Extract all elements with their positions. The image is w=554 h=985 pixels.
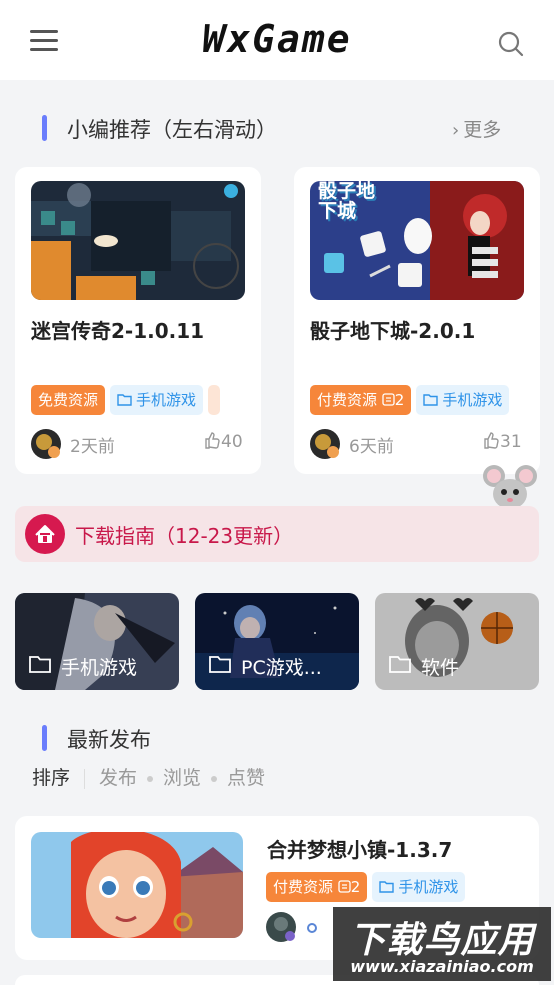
game-title[interactable]: 迷宫传奇2-1.0.11: [31, 315, 204, 344]
separator-dot: [211, 775, 218, 782]
game-card[interactable]: 骰子地下城 骰子地下城-2.0.1 付费资源 2 手机游戏 6天前 31: [294, 167, 540, 474]
latest-title: 最新发布: [67, 728, 151, 752]
like-count[interactable]: 31: [483, 432, 522, 452]
avatar[interactable]: [266, 912, 296, 942]
like-count-value: 40: [221, 432, 243, 452]
category-tag-label: 手机游戏: [442, 391, 503, 409]
folder-icon: [117, 391, 136, 409]
resource-tag[interactable]: 免费资源: [31, 385, 106, 415]
avatar[interactable]: [310, 429, 340, 459]
category-label: PC游戏...: [209, 653, 322, 680]
recommend-title: 小编推荐（左右滑动）: [67, 118, 277, 142]
game-card[interactable]: 迷宫传奇2-1.0.11 免费资源 手机游戏 2天前 40: [15, 167, 261, 474]
watermark-url: www.xiazainiao.com: [350, 957, 534, 976]
chevron-right-icon: ›: [452, 120, 460, 141]
thumbs-up-icon: [483, 432, 500, 452]
category-label-text: PC游戏...: [241, 657, 322, 679]
like-count-value: 31: [500, 432, 522, 452]
folder-icon: [379, 878, 398, 896]
download-guide-banner[interactable]: 下载指南（12-23更新）: [15, 506, 539, 562]
thumbnail-game-logo: 骰子地下城: [318, 181, 376, 222]
folder-icon: [209, 655, 241, 678]
sort-option-views[interactable]: 浏览: [163, 767, 201, 789]
resource-tag[interactable]: 付费资源 2: [310, 385, 412, 415]
resource-tag[interactable]: 付费资源 2: [266, 872, 368, 902]
download-guide-text: 下载指南（12-23更新）: [75, 524, 294, 548]
category-label: 手机游戏: [29, 653, 137, 680]
price-value: 2: [350, 878, 361, 896]
sort-label: 排序: [32, 767, 71, 789]
category-tag-label: 手机游戏: [398, 878, 459, 896]
sort-option-publish[interactable]: 发布: [99, 767, 137, 789]
category-label-text: 手机游戏: [61, 657, 138, 679]
search-icon[interactable]: [497, 30, 525, 58]
thumbs-up-icon: [204, 432, 221, 452]
category-tag[interactable]: 手机游戏: [372, 872, 466, 902]
sort-bar: 排序 发布 浏览 点赞: [32, 763, 265, 790]
tag-row: 付费资源 2 手机游戏: [266, 872, 470, 902]
separator-dot: [147, 775, 154, 782]
folder-icon: [423, 391, 442, 409]
folder-icon: [389, 655, 421, 678]
resource-tag-label: 付费资源: [317, 391, 378, 409]
category-label-text: 软件: [421, 657, 460, 679]
category-tag[interactable]: 手机游戏: [110, 385, 204, 415]
divider: [84, 768, 86, 789]
coin-icon: [382, 391, 395, 409]
sort-option-likes[interactable]: 点赞: [227, 767, 265, 789]
watermark-text: 下载鸟应用: [349, 920, 535, 961]
resource-tag-label: 付费资源: [273, 878, 334, 896]
tag-overflow: [208, 385, 221, 415]
more-link[interactable]: › 更多: [452, 115, 501, 142]
section-accent-bar: [42, 725, 47, 751]
tag-row: 免费资源 手机游戏: [31, 385, 225, 415]
watermark: 下载鸟应用 www.xiazainiao.com: [333, 907, 551, 981]
section-accent-bar: [42, 115, 47, 141]
price-value: 2: [394, 391, 405, 409]
tag-row: 付费资源 2 手机游戏: [310, 385, 514, 415]
category-tag-label: 手机游戏: [136, 391, 197, 409]
game-title[interactable]: 骰子地下城-2.0.1: [310, 315, 475, 344]
post-time: 2天前: [70, 437, 115, 457]
category-tile-software[interactable]: 软件: [375, 593, 539, 690]
site-logo[interactable]: WxGame: [0, 17, 554, 61]
category-label: 软件: [389, 653, 459, 680]
coin-icon: [338, 878, 351, 896]
folder-icon: [29, 655, 61, 678]
category-tag[interactable]: 手机游戏: [416, 385, 510, 415]
top-bar: WxGame: [0, 0, 554, 80]
post-title[interactable]: 合并梦想小镇-1.3.7: [267, 834, 452, 863]
more-label: 更多: [463, 119, 502, 141]
game-thumbnail[interactable]: 骰子地下城: [310, 181, 524, 300]
post-thumbnail[interactable]: [31, 832, 243, 938]
category-tile-pc-games[interactable]: PC游戏...: [195, 593, 359, 690]
game-thumbnail[interactable]: [31, 181, 245, 300]
online-status-icon: [307, 923, 317, 933]
category-tile-mobile-games[interactable]: 手机游戏: [15, 593, 179, 690]
post-time: 6天前: [349, 437, 394, 457]
avatar[interactable]: [31, 429, 61, 459]
like-count[interactable]: 40: [204, 432, 243, 452]
home-icon: [25, 514, 65, 554]
